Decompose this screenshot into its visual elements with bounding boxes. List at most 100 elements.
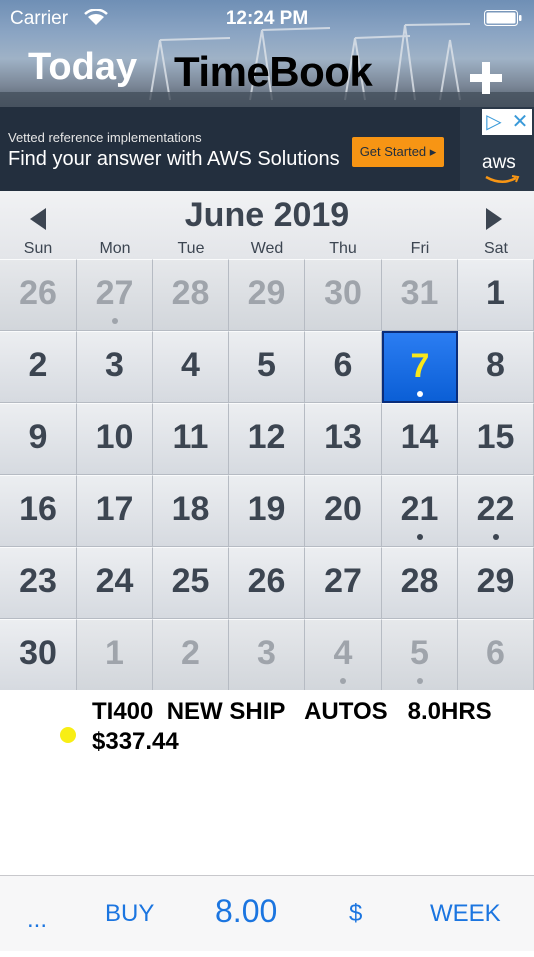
month-title: June 2019 [184,196,350,234]
calendar-day[interactable]: 3 [77,331,153,403]
calendar-day[interactable]: 6 [458,619,534,691]
calendar-day-number: 3 [105,346,124,384]
weekday-label: Thu [329,240,357,257]
calendar-day[interactable]: 28 [153,259,229,331]
status-time: 12:24 PM [225,8,309,29]
calendar-day[interactable]: 14 [382,403,458,475]
plus-icon[interactable] [466,58,506,98]
event-indicator-dot [340,678,346,684]
calendar-day[interactable]: 29 [458,547,534,619]
more-button[interactable]: ... [27,882,47,957]
calendar-day[interactable]: 11 [153,403,229,475]
calendar-day[interactable]: 2 [153,619,229,691]
calendar-day-number: 23 [19,562,57,600]
calendar-day-number: 1 [486,274,505,312]
adchoices-icon[interactable]: ▷ [482,109,506,135]
calendar-day-number: 24 [95,562,134,600]
calendar-day[interactable]: 4 [305,619,382,691]
entry-list: TI400 NEW SHIP AUTOS 8.0HRS $337.44 [0,690,534,875]
calendar-day[interactable]: 18 [153,475,229,547]
calendar-day[interactable]: 27 [305,547,382,619]
weekday-label: Sun [23,240,53,257]
weekday-label: Sat [483,240,508,257]
calendar-day-number: 28 [400,562,439,600]
calendar-day-number: 10 [95,418,134,456]
calendar-day-number: 6 [333,346,353,384]
entry-amount[interactable]: $337.44 [92,728,179,756]
calendar-day-number: 25 [171,562,210,600]
week-button[interactable]: WEEK [430,876,501,951]
aws-smile-icon [485,175,520,183]
close-icon[interactable]: ✕ [508,109,532,135]
buy-button[interactable]: BUY [105,876,154,951]
calendar-day[interactable]: 1 [458,259,534,331]
calendar-day-number: 20 [324,490,362,528]
hours-total-button[interactable]: 8.00 [215,874,277,949]
calendar-day-number: 16 [19,490,57,528]
weekday-label: Tue [177,240,205,257]
calendar-day-number: 17 [95,490,134,528]
calendar-day[interactable]: 29 [229,259,305,331]
entry-summary[interactable]: TI400 NEW SHIP AUTOS 8.0HRS [92,698,492,726]
calendar-day[interactable]: 26 [229,547,305,619]
calendar-day[interactable]: 3 [229,619,305,691]
dollar-button[interactable]: $ [349,876,362,951]
calendar-day[interactable]: 21 [382,475,458,547]
calendar-day[interactable]: 30 [305,259,382,331]
header: Carrier 12:24 PM Today TimeBook [0,0,534,107]
event-indicator-dot [492,534,499,540]
calendar-day[interactable]: 5 [382,619,458,691]
weekday-label: Fri [410,240,430,257]
calendar-day[interactable]: 31 [382,259,458,331]
calendar-day[interactable]: 10 [77,403,153,475]
calendar-day[interactable]: 6 [305,331,382,403]
today-button[interactable]: Today [28,46,137,89]
event-indicator-dot [417,391,423,397]
calendar-day-number: 4 [333,634,353,672]
ad-banner[interactable]: Vetted reference implementations Find yo… [0,107,534,191]
calendar-day[interactable]: 24 [77,547,153,619]
calendar-day[interactable]: 13 [305,403,382,475]
chevron-right-icon[interactable] [482,206,506,232]
calendar-day[interactable]: 23 [0,547,77,619]
calendar-day[interactable]: 20 [305,475,382,547]
calendar-day-number: 19 [247,490,286,528]
calendar-day[interactable]: 27 [77,259,153,331]
calendar-day-number: 27 [95,274,134,312]
calendar-day-number: 26 [19,274,57,312]
calendar-day[interactable]: 2 [0,331,77,403]
calendar-day-number: 9 [28,418,48,456]
calendar-header: June 2019 Sun Mon Tue Wed Thu Fri Sat [0,191,534,259]
calendar-day[interactable]: 9 [0,403,77,475]
calendar-day-number: 15 [476,418,515,456]
calendar-day-number: 22 [476,490,515,528]
calendar-day[interactable]: 30 [0,619,77,691]
calendar-day[interactable]: 12 [229,403,305,475]
ad-cta-button[interactable]: Get Started ▸ [352,137,444,167]
battery-icon [484,10,522,26]
calendar-day[interactable]: 25 [153,547,229,619]
calendar-day[interactable]: 22 [458,475,534,547]
ad-controls: ▷ ✕ [482,109,532,135]
calendar-day[interactable]: 26 [0,259,77,331]
calendar-day-number: 21 [400,490,439,528]
weekday-label: Mon [99,240,131,257]
calendar-day[interactable]: 19 [229,475,305,547]
calendar-day[interactable]: 4 [153,331,229,403]
calendar-day[interactable]: 5 [229,331,305,403]
status-bar: Carrier 12:24 PM [0,0,534,36]
calendar-day[interactable]: 7 [382,331,458,403]
calendar: June 2019 Sun Mon Tue Wed Thu Fri Sat 26 27 28 29… [0,191,534,691]
calendar-day[interactable]: 8 [458,331,534,403]
calendar-day-number: 26 [247,562,286,600]
calendar-day[interactable]: 28 [382,547,458,619]
calendar-day-number: 5 [257,346,276,384]
event-indicator-dot [416,534,423,540]
calendar-day-number: 28 [171,274,210,312]
calendar-day[interactable]: 16 [0,475,77,547]
calendar-day[interactable]: 15 [458,403,534,475]
calendar-day[interactable]: 1 [77,619,153,691]
calendar-day[interactable]: 17 [77,475,153,547]
event-indicator-dot [111,318,118,324]
calendar-day-number: 8 [486,346,505,384]
